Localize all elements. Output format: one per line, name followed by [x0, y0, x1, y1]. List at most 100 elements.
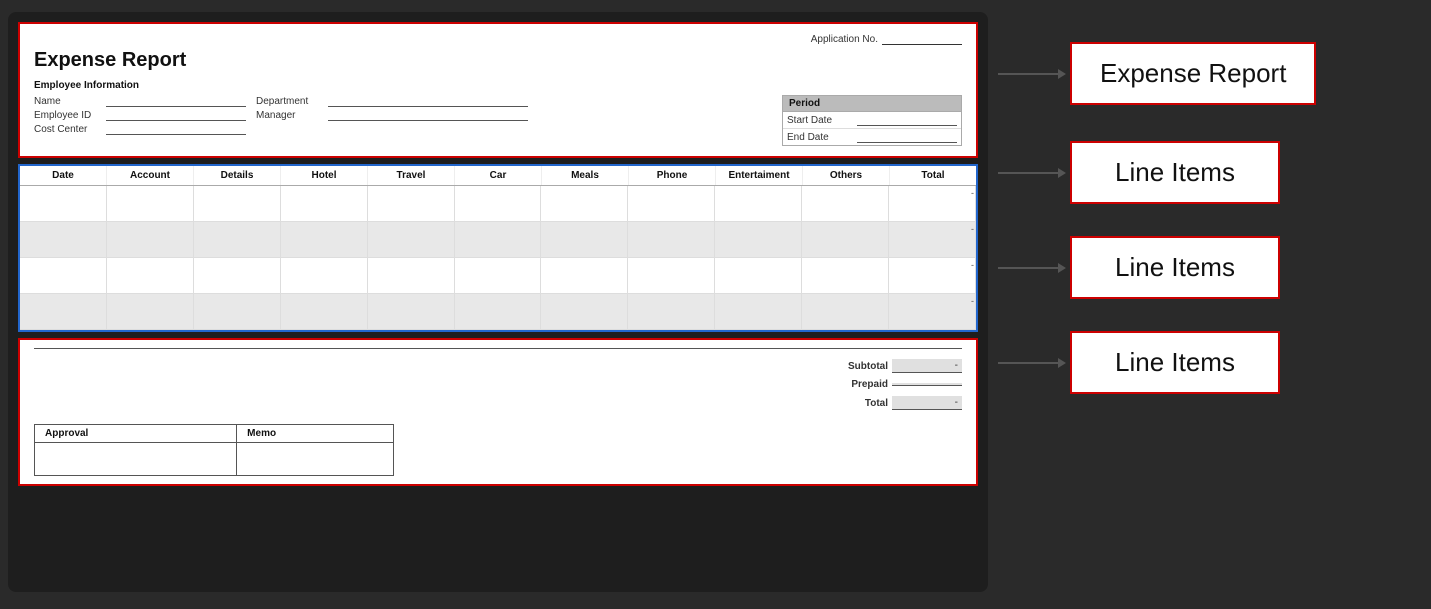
start-date-row: Start Date: [783, 112, 961, 129]
li-col-header-others: Others: [803, 166, 890, 185]
li-cell-r3-c2[interactable]: [194, 294, 281, 329]
total-row: Total -: [34, 396, 962, 410]
arrow-shaft-2: [998, 267, 1058, 269]
row-delete-button[interactable]: -: [971, 188, 974, 198]
end-date-field[interactable]: [857, 131, 957, 143]
total-label: Total: [828, 398, 888, 409]
manager-field[interactable]: [328, 109, 528, 121]
app-no-field[interactable]: [882, 34, 962, 45]
li-cell-r1-c6[interactable]: [541, 222, 628, 257]
annotations-panel: Expense Report Line Items Line Items: [988, 12, 1423, 394]
annotation-line-items-1: Line Items: [998, 141, 1423, 204]
li-cell-r0-c10[interactable]: [889, 186, 976, 221]
li-cell-r0-c2[interactable]: [194, 186, 281, 221]
li-cell-r2-c4[interactable]: [368, 258, 455, 293]
li-cell-r0-c0[interactable]: [20, 186, 107, 221]
li-cell-r1-c8[interactable]: [715, 222, 802, 257]
arrow-shaft-1: [998, 172, 1058, 174]
li-col-header-meals: Meals: [542, 166, 629, 185]
cost-center-field[interactable]: [106, 123, 246, 135]
arrow-expense-report: [998, 69, 1066, 79]
li-cell-r3-c9[interactable]: [802, 294, 889, 329]
li-cell-r2-c1[interactable]: [107, 258, 194, 293]
li-cell-r2-c9[interactable]: [802, 258, 889, 293]
li-cell-r3-c3[interactable]: [281, 294, 368, 329]
approval-col-header: Approval: [35, 425, 237, 443]
li-cell-r2-c2[interactable]: [194, 258, 281, 293]
app-no-row: Application No.: [34, 34, 962, 45]
li-cell-r3-c5[interactable]: [455, 294, 542, 329]
expense-report-annotation: Expense Report: [1070, 42, 1316, 105]
li-cell-r0-c8[interactable]: [715, 186, 802, 221]
li-cell-r0-c6[interactable]: [541, 186, 628, 221]
line-items-annotation-1: Line Items: [1070, 141, 1280, 204]
app-no-label: Application No.: [811, 34, 878, 45]
li-cell-r2-c3[interactable]: [281, 258, 368, 293]
row-delete-button[interactable]: -: [971, 224, 974, 234]
arrow-line-items-1: [998, 168, 1066, 178]
total-value: -: [892, 396, 962, 410]
employee-id-row: Employee ID Manager: [34, 109, 782, 121]
li-cell-r2-c10[interactable]: [889, 258, 976, 293]
li-cell-r1-c1[interactable]: [107, 222, 194, 257]
li-cell-r0-c1[interactable]: [107, 186, 194, 221]
li-cell-r0-c9[interactable]: [802, 186, 889, 221]
li-cell-r1-c5[interactable]: [455, 222, 542, 257]
arrow-head-3: [1058, 358, 1066, 368]
arrow-shaft-3: [998, 362, 1058, 364]
li-cell-r3-c0[interactable]: [20, 294, 107, 329]
li-cell-r1-c9[interactable]: [802, 222, 889, 257]
li-cell-r1-c3[interactable]: [281, 222, 368, 257]
memo-col-header: Memo: [237, 425, 394, 443]
li-cell-r3-c4[interactable]: [368, 294, 455, 329]
annotation-line-items-2: Line Items: [998, 236, 1423, 299]
line-items-rows: - - - -: [20, 186, 976, 330]
employee-id-field[interactable]: [106, 109, 246, 121]
main-container: Application No. Expense Report Employee …: [0, 0, 1431, 609]
li-cell-r3-c7[interactable]: [628, 294, 715, 329]
start-date-field[interactable]: [857, 114, 957, 126]
li-cell-r2-c8[interactable]: [715, 258, 802, 293]
department-label: Department: [256, 96, 326, 107]
footer-divider: [34, 348, 962, 349]
li-cell-r0-c3[interactable]: [281, 186, 368, 221]
employee-id-label: Employee ID: [34, 110, 104, 121]
li-col-header-entertaiment: Entertaiment: [716, 166, 803, 185]
arrow-head-0: [1058, 69, 1066, 79]
line-items-section: DateAccountDetailsHotelTravelCarMealsPho…: [18, 164, 978, 332]
row-delete-button[interactable]: -: [971, 260, 974, 270]
li-col-header-total: Total: [890, 166, 976, 185]
memo-cell[interactable]: [237, 443, 394, 476]
li-cell-r1-c2[interactable]: [194, 222, 281, 257]
li-cell-r3-c10[interactable]: [889, 294, 976, 329]
name-field[interactable]: [106, 95, 246, 107]
li-cell-r1-c7[interactable]: [628, 222, 715, 257]
name-label: Name: [34, 96, 104, 107]
li-cell-r3-c8[interactable]: [715, 294, 802, 329]
line-items-annotation-3: Line Items: [1070, 331, 1280, 394]
li-col-header-car: Car: [455, 166, 542, 185]
cost-center-row: Cost Center: [34, 123, 782, 135]
arrow-line-items-2: [998, 263, 1066, 273]
approval-memo-table: Approval Memo: [34, 424, 394, 476]
li-cell-r3-c6[interactable]: [541, 294, 628, 329]
row-delete-button[interactable]: -: [971, 296, 974, 306]
li-cell-r0-c7[interactable]: [628, 186, 715, 221]
li-cell-r2-c7[interactable]: [628, 258, 715, 293]
li-cell-r1-c0[interactable]: [20, 222, 107, 257]
table-row: -: [20, 186, 976, 222]
annotation-line-items-3: Line Items: [998, 331, 1423, 394]
li-cell-r2-c5[interactable]: [455, 258, 542, 293]
department-field[interactable]: [328, 95, 528, 107]
approval-cell[interactable]: [35, 443, 237, 476]
prepaid-value[interactable]: [892, 383, 962, 386]
li-cell-r1-c10[interactable]: [889, 222, 976, 257]
arrow-head-1: [1058, 168, 1066, 178]
li-cell-r2-c0[interactable]: [20, 258, 107, 293]
li-cell-r3-c1[interactable]: [107, 294, 194, 329]
li-cell-r1-c4[interactable]: [368, 222, 455, 257]
li-cell-r2-c6[interactable]: [541, 258, 628, 293]
li-cell-r0-c4[interactable]: [368, 186, 455, 221]
table-row: -: [20, 258, 976, 294]
li-cell-r0-c5[interactable]: [455, 186, 542, 221]
